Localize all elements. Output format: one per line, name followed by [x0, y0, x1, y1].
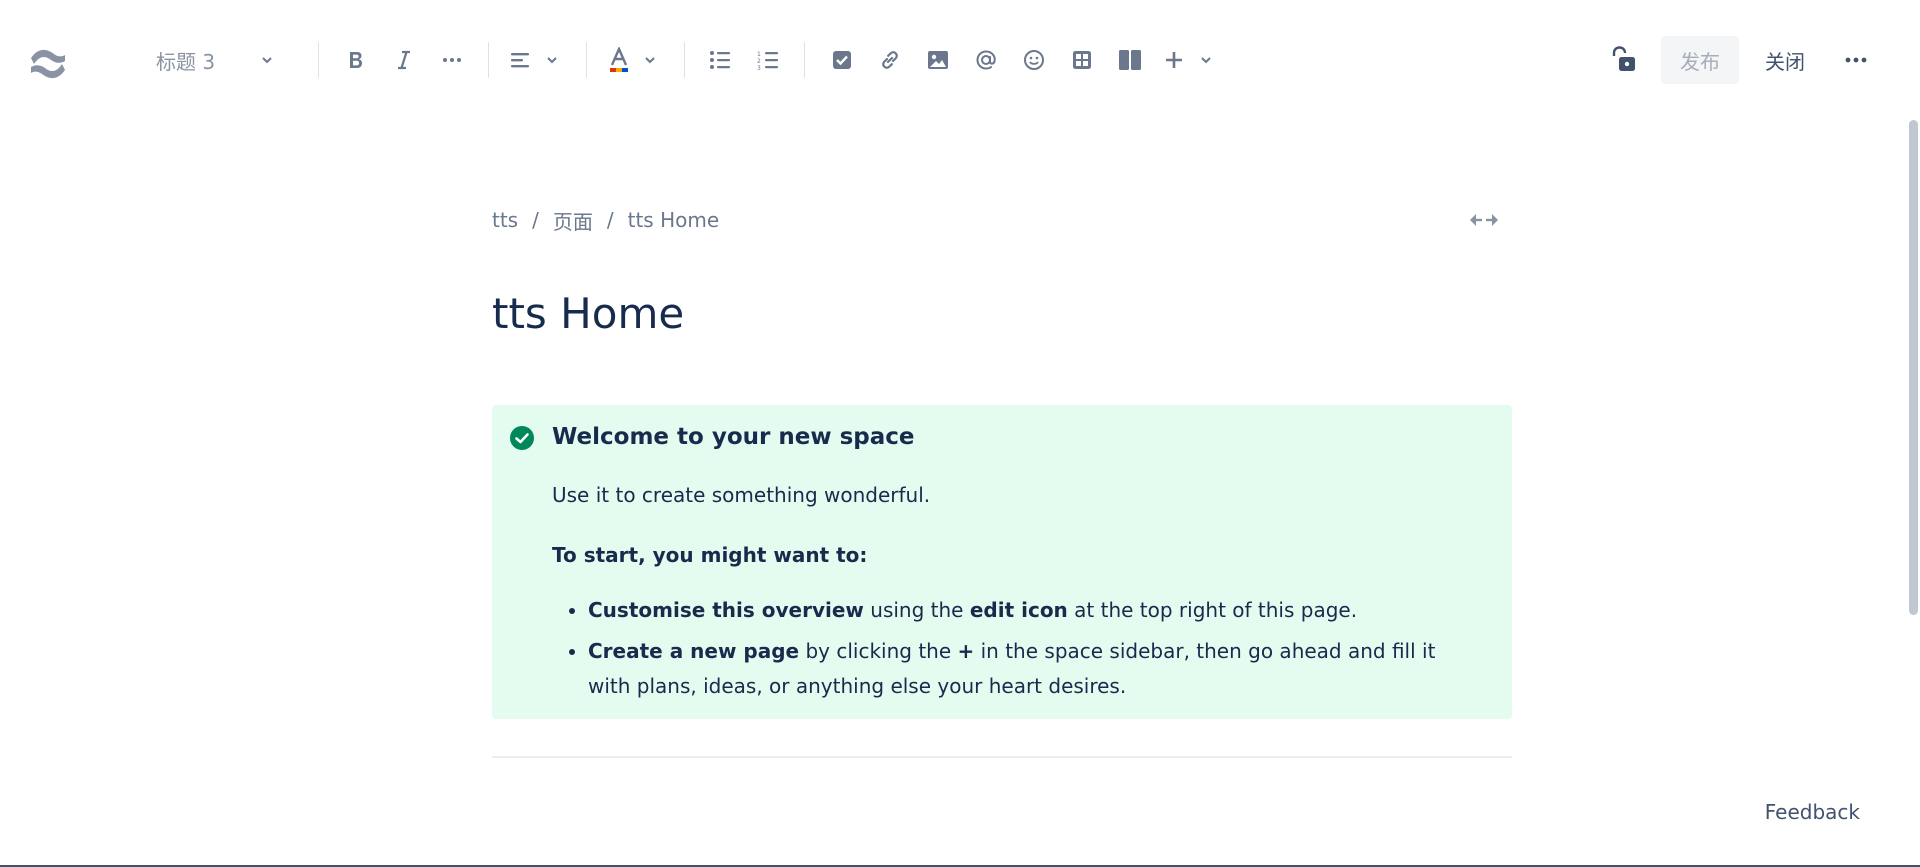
check-circle-icon	[510, 426, 534, 450]
ellipsis-icon	[443, 58, 461, 62]
more-formatting-button[interactable]	[436, 42, 468, 78]
panel-intro: Use it to create something wonderful.	[552, 483, 931, 507]
table-button[interactable]	[1066, 42, 1098, 78]
list-item-bold: +	[957, 639, 975, 663]
text-color-icon	[610, 47, 628, 72]
list-item-bold: Create a new page	[588, 639, 800, 663]
breadcrumb-current-page[interactable]: tts Home	[628, 208, 720, 232]
text-style-label: 标题 3	[156, 49, 216, 74]
emoji-button[interactable]	[1018, 42, 1050, 78]
toolbar-divider	[684, 42, 685, 78]
panel-list: Customise this overview using the edit i…	[552, 593, 1472, 704]
toolbar-divider	[488, 42, 489, 78]
scrollbar-thumb[interactable]	[1909, 120, 1918, 615]
list-item-text: using the	[863, 598, 970, 622]
mention-button[interactable]	[970, 42, 1002, 78]
panel-body: Welcome to your new space Use it to crea…	[552, 421, 1472, 710]
italic-icon	[398, 50, 410, 70]
vertical-scrollbar[interactable]	[1906, 120, 1920, 867]
panel-heading: Welcome to your new space	[552, 424, 915, 450]
ellipsis-icon	[1845, 57, 1867, 63]
numbered-list-button[interactable]: 123	[752, 42, 784, 78]
layouts-button[interactable]	[1114, 42, 1146, 78]
smiley-icon	[1024, 50, 1044, 70]
bullet-list-button[interactable]	[704, 42, 736, 78]
italic-button[interactable]	[388, 42, 420, 78]
toolbar-divider	[586, 42, 587, 78]
content-divider	[492, 756, 1512, 758]
link-button[interactable]	[874, 42, 906, 78]
at-sign-icon	[976, 50, 996, 70]
table-icon	[1073, 51, 1091, 69]
panel-subheading: To start, you might want to:	[552, 543, 868, 567]
chevron-down-icon	[547, 57, 557, 64]
confluence-logo-icon[interactable]	[28, 44, 68, 84]
link-icon	[882, 51, 898, 69]
insert-more-dropdown[interactable]	[1164, 42, 1212, 78]
chevron-down-icon	[645, 57, 655, 64]
unlock-icon	[1612, 46, 1635, 71]
list-item-bold: edit icon	[969, 598, 1068, 622]
editor-toolbar: 标题 3 123 发布 关闭	[0, 0, 1920, 120]
more-actions-button[interactable]	[1838, 42, 1874, 78]
plus-icon	[1166, 52, 1182, 68]
breadcrumb-pages[interactable]: 页面	[553, 206, 593, 235]
breadcrumb: tts / 页面 / tts Home	[492, 196, 1512, 244]
svg-text:1: 1	[757, 51, 761, 58]
toolbar-divider	[804, 42, 805, 78]
align-left-icon	[511, 53, 529, 68]
alignment-dropdown[interactable]	[510, 42, 558, 78]
checkbox-icon	[833, 51, 851, 69]
text-color-dropdown[interactable]	[608, 42, 656, 78]
publish-button[interactable]: 发布	[1661, 36, 1739, 84]
list-item-text: at the top right of this page.	[1067, 598, 1358, 622]
breadcrumb-space[interactable]: tts	[492, 208, 518, 232]
success-info-panel[interactable]: Welcome to your new space Use it to crea…	[492, 405, 1512, 719]
bold-icon	[350, 52, 362, 68]
list-item: Customise this overview using the edit i…	[588, 593, 1472, 628]
chevron-down-icon	[1201, 57, 1211, 64]
close-button[interactable]: 关闭	[1750, 36, 1820, 84]
chevron-down-icon	[262, 57, 272, 64]
image-icon	[928, 51, 948, 69]
feedback-link[interactable]: Feedback	[1765, 800, 1860, 824]
columns-layout-icon	[1119, 50, 1141, 70]
list-item-text: by clicking the	[799, 639, 958, 663]
toolbar-divider	[318, 42, 319, 78]
editor-content: tts / 页面 / tts Home tts Home Welcome to …	[492, 196, 1512, 758]
text-style-dropdown[interactable]: 标题 3	[150, 42, 280, 78]
action-item-button[interactable]	[826, 42, 858, 78]
svg-text:3: 3	[757, 65, 761, 70]
svg-text:2: 2	[757, 58, 761, 65]
restrictions-button[interactable]	[1607, 42, 1641, 78]
bullet-list-icon	[710, 51, 730, 69]
page-title[interactable]: tts Home	[492, 284, 1512, 344]
bold-button[interactable]	[340, 42, 372, 78]
breadcrumb-separator: /	[532, 208, 539, 232]
breadcrumb-separator: /	[606, 208, 614, 232]
list-item-bold: Customise this overview	[588, 598, 864, 622]
image-button[interactable]	[922, 42, 954, 78]
list-item: Create a new page by clicking the + in t…	[588, 634, 1472, 704]
numbered-list-icon: 123	[757, 51, 778, 70]
full-width-toggle-icon[interactable]	[1468, 210, 1500, 230]
